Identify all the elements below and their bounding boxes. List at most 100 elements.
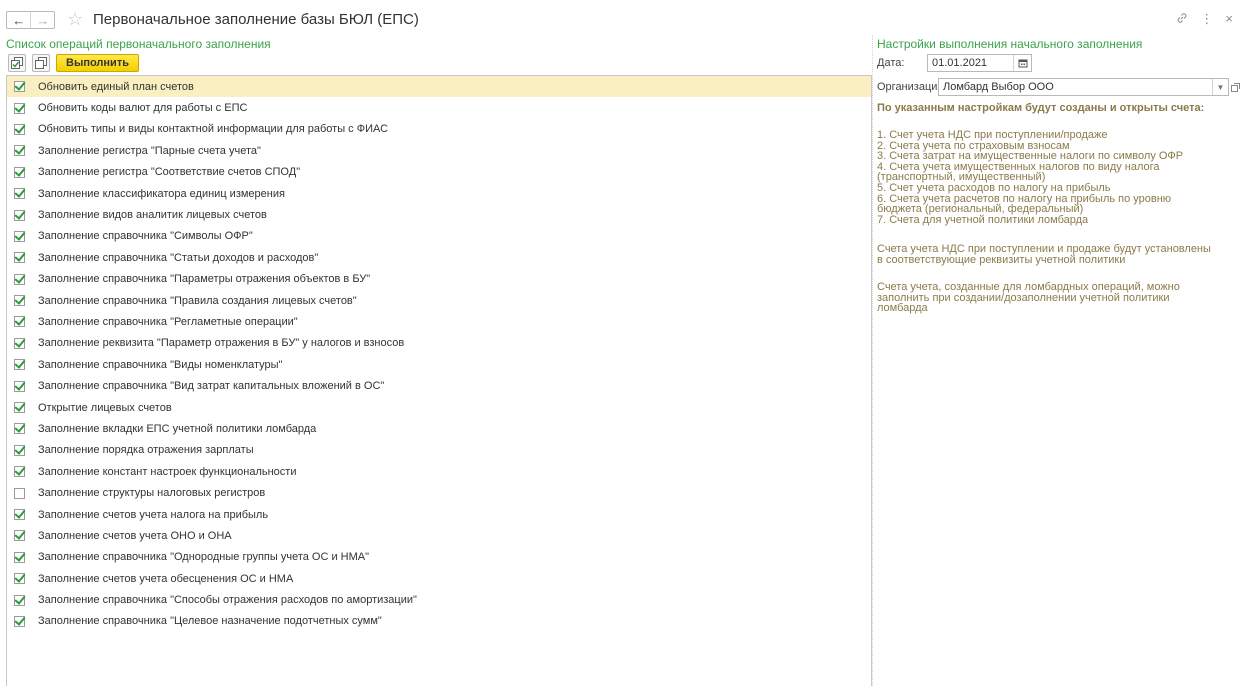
- operation-row[interactable]: Заполнение регистра "Соответствие счетов…: [7, 162, 871, 183]
- check-all-icon: [11, 57, 23, 69]
- operation-checkbox[interactable]: [14, 273, 25, 285]
- operation-checkbox[interactable]: [14, 102, 25, 114]
- operation-row[interactable]: Заполнение счетов учета налога на прибыл…: [7, 504, 871, 525]
- operation-row[interactable]: Заполнение классификатора единиц измерен…: [7, 183, 871, 204]
- operation-row[interactable]: Заполнение счетов учета обесценения ОС и…: [7, 568, 871, 589]
- operation-checkbox[interactable]: [14, 444, 25, 456]
- operation-label: Заполнение справочника "Однородные групп…: [38, 551, 370, 564]
- forward-button[interactable]: →: [30, 12, 54, 28]
- close-icon[interactable]: ×: [1225, 12, 1233, 27]
- operation-label: Открытие лицевых счетов: [38, 401, 172, 414]
- organization-input[interactable]: Ломбард Выбор ООО: [939, 79, 1212, 95]
- operation-checkbox[interactable]: [14, 252, 25, 264]
- uncheck-all-button[interactable]: [32, 54, 50, 72]
- operation-row[interactable]: Открытие лицевых счетов: [7, 397, 871, 418]
- operation-checkbox[interactable]: [14, 594, 25, 606]
- organization-open-button[interactable]: [1230, 79, 1241, 95]
- link-icon[interactable]: [1176, 12, 1188, 27]
- operation-checkbox[interactable]: [14, 337, 25, 349]
- operation-checkbox[interactable]: [14, 380, 25, 392]
- operation-label: Обновить коды валют для работы с ЕПС: [38, 102, 248, 115]
- operation-row[interactable]: Заполнение констант настроек функциональ…: [7, 461, 871, 482]
- operation-checkbox[interactable]: [14, 188, 25, 200]
- operation-checkbox[interactable]: [14, 551, 25, 563]
- open-form-icon: [1231, 82, 1240, 92]
- operation-row[interactable]: Заполнение справочника "Однородные групп…: [7, 547, 871, 568]
- info-note-pawnshop: Счета учета, созданные для ломбардных оп…: [877, 282, 1180, 314]
- operation-checkbox[interactable]: [14, 615, 25, 627]
- operation-checkbox[interactable]: [14, 509, 25, 520]
- operation-row[interactable]: Заполнение справочника "Параметры отраже…: [7, 269, 871, 290]
- operation-checkbox[interactable]: [14, 487, 25, 499]
- operation-row[interactable]: Заполнение реквизита "Параметр отражения…: [7, 333, 871, 354]
- calendar-button[interactable]: [1013, 55, 1031, 71]
- operation-row[interactable]: Заполнение справочника "Целевое назначен…: [7, 611, 871, 632]
- info-list-line: 7. Счета для учетной политики ломбарда: [877, 213, 1089, 226]
- operation-label: Заполнение справочника "Виды номенклатур…: [38, 358, 283, 371]
- operations-list: Обновить единый план счетов Обновить коды…: [6, 75, 872, 686]
- operation-label: Заполнение справочника "Правила создания…: [38, 294, 357, 307]
- organization-dropdown-button[interactable]: ▼: [1212, 79, 1228, 95]
- operation-row[interactable]: Заполнение справочника "Правила создания…: [7, 290, 871, 311]
- operation-label: Заполнение видов аналитик лицевых счетов: [38, 209, 267, 222]
- operation-checkbox[interactable]: [14, 123, 25, 135]
- chevron-down-icon: ▼: [1216, 82, 1225, 92]
- operations-toolbar: Выполнить: [8, 54, 139, 72]
- info-title: По указанным настройкам будут созданы и …: [877, 102, 1205, 114]
- operation-row[interactable]: Заполнение структуры налоговых регистров: [7, 482, 871, 503]
- operation-row[interactable]: Обновить коды валют для работы с ЕПС: [7, 97, 871, 118]
- date-field[interactable]: 01.01.2021: [927, 54, 1032, 72]
- operation-row[interactable]: Заполнение справочника "Регламетные опер…: [7, 311, 871, 332]
- operation-row[interactable]: Заполнение справочника "Вид затрат капит…: [7, 375, 871, 396]
- organization-field[interactable]: Ломбард Выбор ООО ▼: [938, 78, 1229, 96]
- operation-checkbox[interactable]: [14, 466, 25, 478]
- organization-label: Организация:: [877, 81, 947, 93]
- operation-label: Заполнение справочника "Статьи доходов и…: [38, 251, 319, 264]
- date-label: Дата:: [877, 57, 905, 69]
- operation-row[interactable]: Обновить типы и виды контактной информац…: [7, 119, 871, 140]
- info-note-vat: Счета учета НДС при поступлении и продаж…: [877, 244, 1211, 265]
- note-line: Счета учета, созданные для ломбардных оп…: [877, 281, 1180, 293]
- info-list-line: 1. Счет учета НДС при поступлении/продаж…: [877, 129, 1108, 141]
- operation-checkbox[interactable]: [14, 166, 25, 178]
- operation-row[interactable]: Заполнение вкладки ЕПС учетной политики …: [7, 418, 871, 439]
- arrow-right-icon: →: [36, 12, 50, 28]
- check-all-button[interactable]: [8, 54, 26, 72]
- operation-row[interactable]: Заполнение справочника "Способы отражени…: [7, 589, 871, 610]
- operation-checkbox[interactable]: [14, 81, 25, 93]
- run-button[interactable]: Выполнить: [56, 54, 139, 72]
- operation-row[interactable]: Заполнение справочника "Виды номенклатур…: [7, 354, 871, 375]
- favorite-star-icon[interactable]: ☆: [67, 10, 83, 28]
- operation-checkbox[interactable]: [14, 573, 25, 585]
- window-title: Первоначальное заполнение базы БЮЛ (ЕПС): [93, 11, 419, 28]
- operation-checkbox[interactable]: [14, 295, 25, 307]
- operation-row[interactable]: Обновить единый план счетов: [7, 76, 871, 98]
- operation-checkbox[interactable]: [14, 145, 25, 157]
- operation-checkbox[interactable]: [14, 316, 25, 328]
- operation-label: Заполнение структуры налоговых регистров: [38, 487, 266, 500]
- settings-header: Настройки выполнения начального заполнен…: [877, 37, 1143, 51]
- operation-row[interactable]: Заполнение справочника "Статьи доходов и…: [7, 247, 871, 268]
- operation-label: Заполнение справочника "Способы отражени…: [38, 594, 417, 607]
- operation-row[interactable]: Заполнение счетов учета ОНО и ОНА: [7, 525, 871, 546]
- date-input[interactable]: 01.01.2021: [928, 55, 1013, 71]
- operation-checkbox[interactable]: [14, 209, 25, 221]
- operation-row[interactable]: Заполнение регистра "Парные счета учета": [7, 140, 871, 161]
- operation-checkbox[interactable]: [14, 530, 25, 542]
- operation-row[interactable]: Заполнение справочника "Символы ОФР": [7, 226, 871, 247]
- operation-label: Заполнение порядка отражения зарплаты: [38, 444, 254, 457]
- operation-checkbox[interactable]: [14, 230, 25, 242]
- more-menu-icon[interactable]: ⋮: [1200, 12, 1213, 27]
- operation-label: Заполнение вкладки ЕПС учетной политики …: [38, 422, 317, 435]
- operation-label: Заполнение справочника "Вид затрат капит…: [38, 380, 385, 393]
- operation-label: Заполнение констант настроек функциональ…: [38, 465, 297, 478]
- operation-row[interactable]: Заполнение видов аналитик лицевых счетов: [7, 204, 871, 225]
- operation-checkbox[interactable]: [14, 402, 25, 414]
- operation-label: Заполнение справочника "Целевое назначен…: [38, 615, 382, 628]
- operation-row[interactable]: Заполнение порядка отражения зарплаты: [7, 440, 871, 461]
- uncheck-all-icon: [35, 57, 47, 69]
- back-button[interactable]: ←: [7, 12, 30, 28]
- operation-checkbox[interactable]: [14, 423, 25, 435]
- operation-checkbox[interactable]: [14, 359, 25, 371]
- operation-label: Обновить типы и виды контактной информац…: [38, 123, 389, 136]
